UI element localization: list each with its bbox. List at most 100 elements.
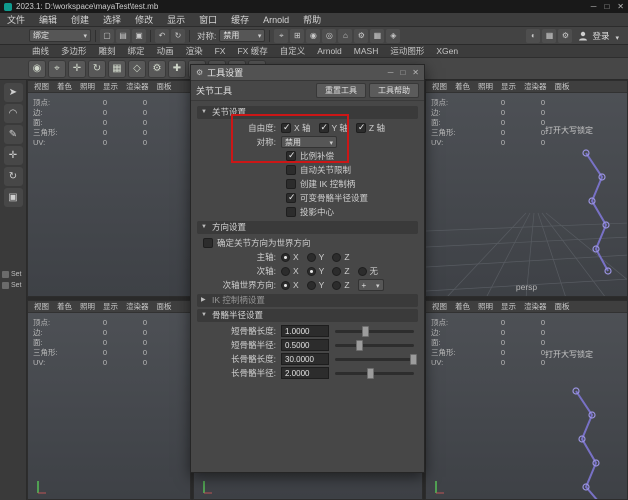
panel-menu-item[interactable]: 照明 bbox=[76, 81, 99, 93]
checkbox[interactable] bbox=[286, 150, 296, 161]
radio-button[interactable] bbox=[332, 280, 342, 290]
radio-button[interactable] bbox=[332, 266, 342, 276]
shelf-tool-icon[interactable]: ◇ bbox=[128, 59, 146, 78]
toolbox-tool-icon[interactable]: ✎ bbox=[3, 125, 23, 144]
toolbox-tool-icon[interactable]: ➤ bbox=[3, 83, 23, 102]
symmetry-dropdown[interactable]: 禁用 bbox=[219, 29, 266, 42]
panel-menu-item[interactable]: 视图 bbox=[428, 81, 451, 93]
panel-menu-item[interactable]: 面板 bbox=[551, 81, 574, 93]
maximize-icon[interactable] bbox=[604, 0, 609, 13]
panel-menu-item[interactable]: 面板 bbox=[551, 301, 574, 313]
status-icon[interactable]: ↻ bbox=[171, 28, 185, 43]
panel-menu-item[interactable]: 视图 bbox=[30, 81, 53, 93]
reset-tool-button[interactable]: 重置工具 bbox=[316, 83, 366, 98]
toolbox-tool-icon[interactable]: ✛ bbox=[3, 146, 23, 165]
slider-handle[interactable] bbox=[361, 326, 369, 337]
status-icon[interactable]: ◉ bbox=[306, 28, 321, 43]
status-icon[interactable]: ◎ bbox=[322, 28, 337, 43]
set-list-item[interactable]: Set bbox=[0, 269, 26, 280]
menu-item[interactable]: 修改 bbox=[128, 13, 160, 27]
section-header-bone-radius-settings[interactable]: 骨骼半径设置 bbox=[197, 309, 418, 322]
slider[interactable] bbox=[335, 339, 414, 351]
numeric-field[interactable]: 2.0000 bbox=[281, 367, 329, 379]
panel-menu-item[interactable]: 面板 bbox=[153, 81, 176, 93]
status-icon[interactable]: ⚙ bbox=[354, 28, 369, 43]
shelf-tab[interactable]: 多边形 bbox=[55, 45, 93, 58]
radio-button[interactable] bbox=[357, 266, 367, 276]
slider[interactable] bbox=[335, 325, 414, 337]
menu-item[interactable]: 创建 bbox=[64, 13, 96, 27]
section-header-orientation-settings[interactable]: 方向设置 bbox=[197, 221, 418, 234]
shelf-tool-icon[interactable]: ▦ bbox=[108, 59, 126, 78]
panel-menu-item[interactable]: 显示 bbox=[497, 81, 520, 93]
radio-button[interactable] bbox=[306, 252, 316, 262]
slider-handle[interactable] bbox=[366, 368, 374, 379]
status-icon[interactable]: ◐ bbox=[526, 28, 541, 43]
shelf-tab[interactable]: 自定义 bbox=[274, 45, 312, 58]
status-icon[interactable]: ⚙ bbox=[558, 28, 573, 43]
menu-item[interactable]: Arnold bbox=[256, 13, 296, 27]
status-icon[interactable]: ◈ bbox=[386, 28, 401, 43]
viewport-bottom-right[interactable]: 视图 着色 照明 显示 渲染器 面板 顶点: 0 0 边: 0 0 面: 0 0… bbox=[425, 300, 628, 500]
panel-menu-item[interactable]: 渲染器 bbox=[520, 81, 551, 93]
sao-sign-dropdown[interactable]: + bbox=[357, 279, 384, 291]
panel-menu-item[interactable]: 视图 bbox=[428, 301, 451, 313]
numeric-field[interactable]: 1.0000 bbox=[281, 325, 329, 337]
panel-menu-item[interactable]: 照明 bbox=[76, 301, 99, 313]
shelf-tab[interactable]: 渲染 bbox=[180, 45, 209, 58]
shelf-tab[interactable]: MASH bbox=[348, 45, 385, 58]
panel-menu-item[interactable]: 显示 bbox=[497, 301, 520, 313]
menu-item[interactable]: 显示 bbox=[160, 13, 192, 27]
minimize-icon[interactable] bbox=[388, 68, 394, 77]
viewport-bottom-left[interactable]: 视图 着色 照明 显示 渲染器 面板 顶点: 0 0 边: 0 0 面: 0 0 三角形:… bbox=[27, 300, 191, 500]
status-icon[interactable]: ▣ bbox=[132, 28, 146, 43]
menuset-dropdown[interactable]: 绑定 bbox=[29, 29, 91, 42]
panel-menu-item[interactable]: 着色 bbox=[451, 81, 474, 93]
panel-menu-item[interactable]: 显示 bbox=[99, 301, 122, 313]
menu-item[interactable]: 窗口 bbox=[192, 13, 224, 27]
set-list-item[interactable]: Set bbox=[0, 280, 26, 291]
status-icon[interactable]: ⊞ bbox=[290, 28, 305, 43]
symmetry-dropdown[interactable]: 禁用 bbox=[281, 136, 337, 148]
status-icon[interactable]: ↶ bbox=[155, 28, 169, 43]
panel-menu-item[interactable]: 渲染器 bbox=[520, 301, 551, 313]
status-icon[interactable]: ⌖ bbox=[274, 28, 289, 43]
toolbox-tool-icon[interactable]: ▣ bbox=[3, 188, 23, 207]
shelf-tool-icon[interactable]: ⌖ bbox=[48, 59, 66, 78]
radio-button[interactable] bbox=[306, 280, 316, 290]
shelf-tool-icon[interactable]: ⚙ bbox=[148, 59, 166, 78]
shelf-tab[interactable]: FX 缓存 bbox=[231, 45, 273, 58]
slider[interactable] bbox=[335, 353, 418, 365]
shelf-tab[interactable]: FX bbox=[209, 45, 232, 58]
section-header-joint-settings[interactable]: 关节设置 bbox=[197, 106, 418, 119]
numeric-field[interactable]: 30.0000 bbox=[281, 353, 329, 365]
checkbox[interactable] bbox=[281, 122, 291, 133]
minimize-icon[interactable] bbox=[591, 0, 597, 13]
shelf-tab[interactable]: 运动图形 bbox=[384, 45, 430, 58]
toolbox-tool-icon[interactable]: ↻ bbox=[3, 167, 23, 186]
status-icon[interactable]: ⌂ bbox=[338, 28, 353, 43]
shelf-tab[interactable]: 曲线 bbox=[26, 45, 55, 58]
signin-button[interactable]: 登录 bbox=[572, 28, 615, 43]
panel-menu-item[interactable]: 显示 bbox=[99, 81, 122, 93]
shelf-tool-icon[interactable]: ✛ bbox=[68, 59, 86, 78]
checkbox[interactable] bbox=[318, 122, 329, 133]
radio-button[interactable] bbox=[332, 252, 342, 262]
shelf-tool-icon[interactable]: ◉ bbox=[28, 59, 46, 78]
shelf-tab[interactable]: Arnold bbox=[311, 45, 348, 58]
viewport-top-left[interactable]: 视图 着色 照明 显示 渲染器 面板 顶点: 0 0 边: 0 0 面: 0 0 三角形:… bbox=[27, 80, 191, 297]
tool-help-button[interactable]: 工具帮助 bbox=[369, 83, 419, 98]
shelf-tool-icon[interactable]: ↻ bbox=[88, 59, 106, 78]
shelf-tab[interactable]: 雕刻 bbox=[93, 45, 122, 58]
maximize-icon[interactable] bbox=[400, 68, 405, 77]
tool-settings-titlebar[interactable]: ⚙ 工具设置 bbox=[191, 65, 424, 81]
radio-button[interactable] bbox=[281, 252, 290, 262]
shelf-tab[interactable]: 绑定 bbox=[122, 45, 151, 58]
viewport-top-right[interactable]: 视图 着色 照明 显示 渲染器 面板 顶点: 0 0 边: 0 0 面: 0 0… bbox=[425, 80, 628, 297]
shelf-tab[interactable]: XGen bbox=[430, 45, 464, 58]
menu-item[interactable]: 选择 bbox=[96, 13, 128, 27]
slider-handle[interactable] bbox=[410, 354, 418, 365]
radio-button[interactable] bbox=[306, 266, 316, 276]
checkbox[interactable] bbox=[355, 122, 366, 133]
panel-menu-item[interactable]: 着色 bbox=[53, 81, 76, 93]
